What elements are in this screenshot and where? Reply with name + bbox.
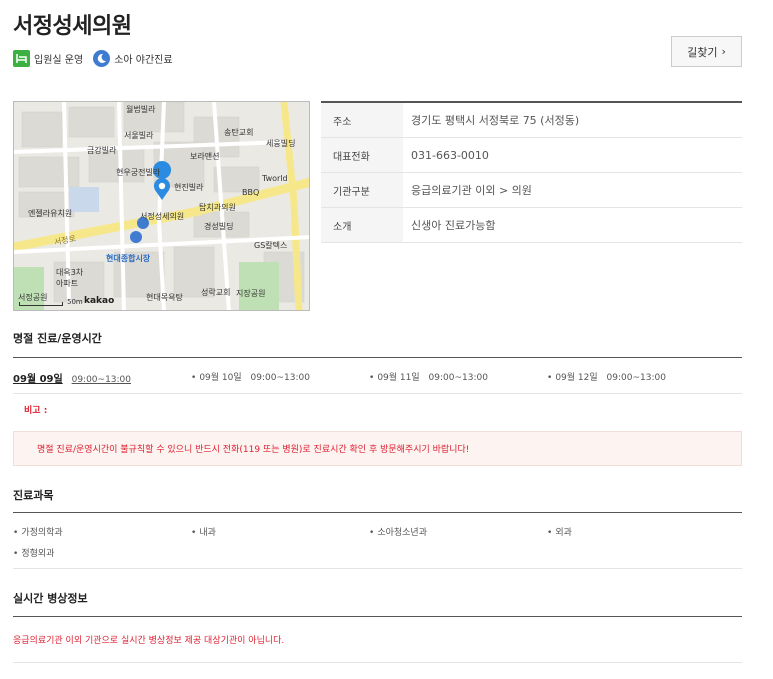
map-label: 지장공원 (236, 289, 266, 298)
map-label: 보라맨션 (190, 152, 220, 161)
map-label: 서울빌라 (124, 131, 154, 140)
info-value: 031-663-0010 (411, 148, 489, 162)
map-label: GS칼텍스 (254, 241, 288, 250)
badge-night-care: 소아 야간진료 (93, 50, 173, 67)
moon-icon (93, 50, 111, 67)
subjects-list: • 가정의학과 • 내과 • 소아청소년과 • 외과 • 정형외과 (13, 525, 742, 559)
map-label: 월법빌라 (126, 105, 156, 114)
holiday-time: 09:00~13:00 (606, 373, 666, 383)
beds-notice: 응급의료기관 이외 기관으로 실시간 병상정보 제공 대상기관이 아닙니다. (13, 636, 285, 646)
map-label: 현진빌라 (174, 183, 204, 192)
subject-item: • 정형외과 (13, 549, 55, 559)
holiday-date: 09월 10일 (199, 373, 242, 383)
info-table: 주소 경기도 평택시 서정북로 75 (서정동) 대표전화 031-663-00… (321, 101, 742, 243)
directions-button[interactable]: 길찾기 › (671, 36, 742, 67)
subject-item: • 내과 (191, 528, 216, 538)
map-label: 성락교회 (201, 288, 231, 297)
holiday-date: 09월 11일 (377, 373, 420, 383)
map-provider-logo: kakao (84, 296, 115, 306)
divider (13, 512, 742, 513)
page-title: 서정성세의원 (13, 14, 132, 39)
location-map[interactable]: 월법빌라 서울빌라 송탄교회 금강빌라 보라맨션 세웅빌딩 현우궁전빌라 현진빌… (13, 101, 310, 311)
subject-item: • 가정의학과 (13, 528, 63, 538)
info-row-intro: 소개 신생아 진료가능함 (321, 208, 742, 243)
info-key: 소개 (321, 208, 403, 242)
map-label: Tworld (262, 174, 288, 183)
info-key: 기관구분 (321, 173, 403, 207)
map-label: BBQ (242, 188, 260, 197)
map-label: 탑치과의원 (199, 203, 236, 212)
map-label: 서정성세의원 (140, 212, 185, 221)
map-label: 금강빌라 (87, 146, 117, 155)
note-label: 비고 : (24, 406, 48, 416)
info-value: 응급의료기관 이외 > 의원 (411, 184, 532, 197)
holiday-day-2[interactable]: • 09월 10일 09:00~13:00 (191, 370, 369, 385)
map-label: 대옥3차 (56, 268, 84, 277)
map-label: 현대종합시장 (106, 254, 151, 263)
map-scalebar: 50m (19, 298, 83, 306)
holiday-date: 09월 09일 (13, 374, 63, 385)
info-row-type: 기관구분 응급의료기관 이외 > 의원 (321, 173, 742, 208)
map-label: 아파트 (56, 279, 79, 288)
map-label: 현우궁전빌라 (116, 168, 161, 177)
holiday-day-1[interactable]: 09월 09일 09:00~13:00 (13, 370, 191, 385)
subject-item: • 외과 (547, 528, 572, 538)
holiday-hours-title: 명절 진료/운영시간 (13, 332, 102, 345)
info-value: 신생아 진료가능함 (411, 219, 496, 232)
info-key: 주소 (321, 103, 403, 137)
badge-label: 소아 야간진료 (114, 55, 173, 66)
holiday-hours-list: 09월 09일 09:00~13:00 • 09월 10일 09:00~13:00… (13, 370, 742, 385)
divider (13, 393, 742, 394)
divider (13, 662, 742, 663)
badge-label: 입원실 운영 (34, 55, 84, 66)
feature-badges: 입원실 운영 소아 야간진료 (13, 50, 173, 67)
holiday-time: 09:00~13:00 (71, 375, 132, 385)
map-label: 현대목욕탕 (146, 293, 183, 302)
info-value: 경기도 평택시 서정북로 75 (서정동) (411, 114, 580, 127)
directions-label: 길찾기 (687, 45, 718, 59)
info-key: 대표전화 (321, 138, 403, 172)
chevron-right-icon: › (721, 45, 726, 58)
subject-item: • 소아청소년과 (369, 528, 427, 538)
holiday-day-4[interactable]: • 09월 12일 09:00~13:00 (547, 370, 725, 385)
divider (13, 568, 742, 569)
divider (13, 616, 742, 617)
map-label: 경성빌딩 (204, 222, 234, 231)
map-label: 엔젤라유치원 (28, 209, 73, 218)
info-row-address: 주소 경기도 평택시 서정북로 75 (서정동) (321, 103, 742, 138)
subjects-title: 진료과목 (13, 489, 54, 502)
map-label: 세웅빌딩 (266, 139, 296, 148)
bed-icon (13, 50, 30, 67)
holiday-day-3[interactable]: • 09월 11일 09:00~13:00 (369, 370, 547, 385)
beds-title: 실시간 병상정보 (13, 592, 88, 605)
holiday-alert: 명절 진료/운영시간이 불규칙할 수 있으니 반드시 전화(119 또는 병원)… (13, 431, 742, 466)
divider (13, 357, 742, 358)
badge-inpatient: 입원실 운영 (13, 50, 83, 67)
holiday-time: 09:00~13:00 (428, 373, 488, 383)
holiday-date: 09월 12일 (555, 373, 598, 383)
info-row-phone: 대표전화 031-663-0010 (321, 138, 742, 173)
holiday-time: 09:00~13:00 (250, 373, 310, 383)
map-label: 송탄교회 (224, 128, 254, 137)
